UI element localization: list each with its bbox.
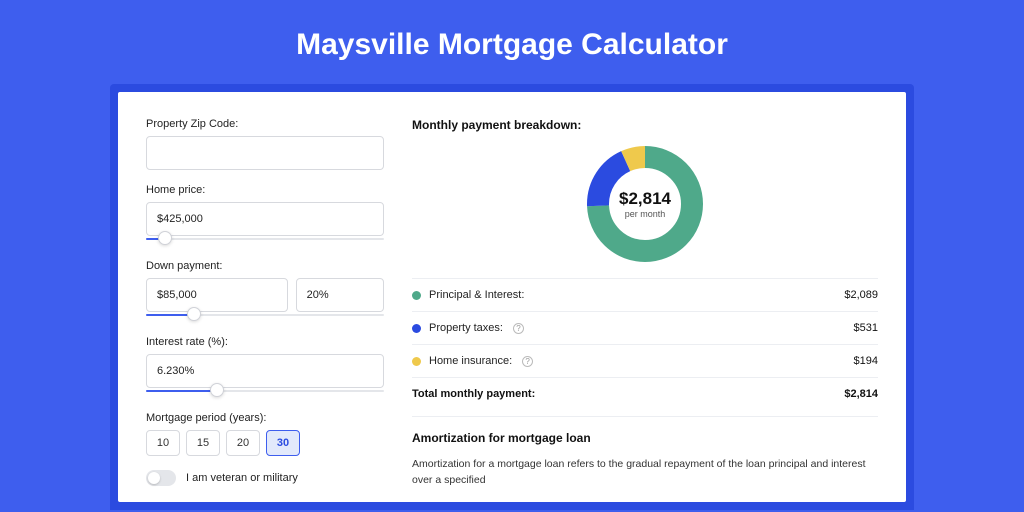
zip-label: Property Zip Code: bbox=[146, 118, 384, 130]
period-group: Mortgage period (years): 10152030 bbox=[146, 412, 384, 456]
breakdown-row: Home insurance:? $194 bbox=[412, 344, 878, 378]
legend-dot bbox=[412, 291, 421, 300]
price-group: Home price: bbox=[146, 184, 384, 246]
rate-group: Interest rate (%): bbox=[146, 336, 384, 398]
down-group: Down payment: bbox=[146, 260, 384, 322]
breakdown-value: $194 bbox=[854, 355, 878, 367]
legend-dot bbox=[412, 324, 421, 333]
help-icon[interactable]: ? bbox=[513, 323, 524, 334]
breakdown-value: $531 bbox=[854, 322, 878, 334]
price-slider-thumb[interactable] bbox=[158, 231, 172, 245]
period-btn-30[interactable]: 30 bbox=[266, 430, 300, 456]
period-buttons: 10152030 bbox=[146, 430, 384, 456]
down-label: Down payment: bbox=[146, 260, 384, 272]
amort-heading: Amortization for mortgage loan bbox=[412, 431, 878, 445]
legend-dot bbox=[412, 357, 421, 366]
period-btn-15[interactable]: 15 bbox=[186, 430, 220, 456]
breakdown-row: Principal & Interest: $2,089 bbox=[412, 278, 878, 311]
help-icon[interactable]: ? bbox=[522, 356, 533, 367]
rate-input[interactable] bbox=[146, 354, 384, 388]
breakdown-list: Principal & Interest: $2,089 Property taxe… bbox=[412, 278, 878, 378]
period-btn-10[interactable]: 10 bbox=[146, 430, 180, 456]
total-label: Total monthly payment: bbox=[412, 388, 535, 400]
breakdown-panel: Monthly payment breakdown: $2,814 per mo… bbox=[412, 118, 878, 502]
donut-total: $2,814 bbox=[619, 189, 671, 209]
donut-chart: $2,814 per month bbox=[412, 144, 878, 264]
veteran-toggle[interactable] bbox=[146, 470, 176, 486]
breakdown-value: $2,089 bbox=[844, 289, 878, 301]
price-input[interactable] bbox=[146, 202, 384, 236]
rate-slider-thumb[interactable] bbox=[210, 383, 224, 397]
app-shell: Property Zip Code: Home price: Down paym… bbox=[110, 84, 914, 510]
total-value: $2,814 bbox=[844, 388, 878, 400]
breakdown-row: Property taxes:? $531 bbox=[412, 311, 878, 344]
calculator-card: Property Zip Code: Home price: Down paym… bbox=[118, 92, 906, 502]
price-slider[interactable] bbox=[146, 234, 384, 246]
down-slider[interactable] bbox=[146, 310, 384, 322]
page-title: Maysville Mortgage Calculator bbox=[0, 0, 1024, 84]
breakdown-heading: Monthly payment breakdown: bbox=[412, 118, 878, 132]
zip-group: Property Zip Code: bbox=[146, 118, 384, 170]
veteran-label: I am veteran or military bbox=[186, 472, 298, 484]
down-amount-input[interactable] bbox=[146, 278, 288, 312]
down-slider-thumb[interactable] bbox=[187, 307, 201, 321]
veteran-row: I am veteran or military bbox=[146, 470, 384, 486]
total-row: Total monthly payment: $2,814 bbox=[412, 378, 878, 416]
period-label: Mortgage period (years): bbox=[146, 412, 384, 424]
period-btn-20[interactable]: 20 bbox=[226, 430, 260, 456]
breakdown-label: Home insurance: bbox=[429, 355, 512, 367]
breakdown-label: Principal & Interest: bbox=[429, 289, 524, 301]
zip-input[interactable] bbox=[146, 136, 384, 170]
price-label: Home price: bbox=[146, 184, 384, 196]
donut-sub: per month bbox=[625, 209, 666, 219]
down-pct-input[interactable] bbox=[296, 278, 384, 312]
amortization-section: Amortization for mortgage loan Amortizat… bbox=[412, 416, 878, 489]
breakdown-label: Property taxes: bbox=[429, 322, 503, 334]
rate-label: Interest rate (%): bbox=[146, 336, 384, 348]
rate-slider[interactable] bbox=[146, 386, 384, 398]
form-panel: Property Zip Code: Home price: Down paym… bbox=[146, 118, 384, 502]
amort-text: Amortization for a mortgage loan refers … bbox=[412, 457, 878, 489]
